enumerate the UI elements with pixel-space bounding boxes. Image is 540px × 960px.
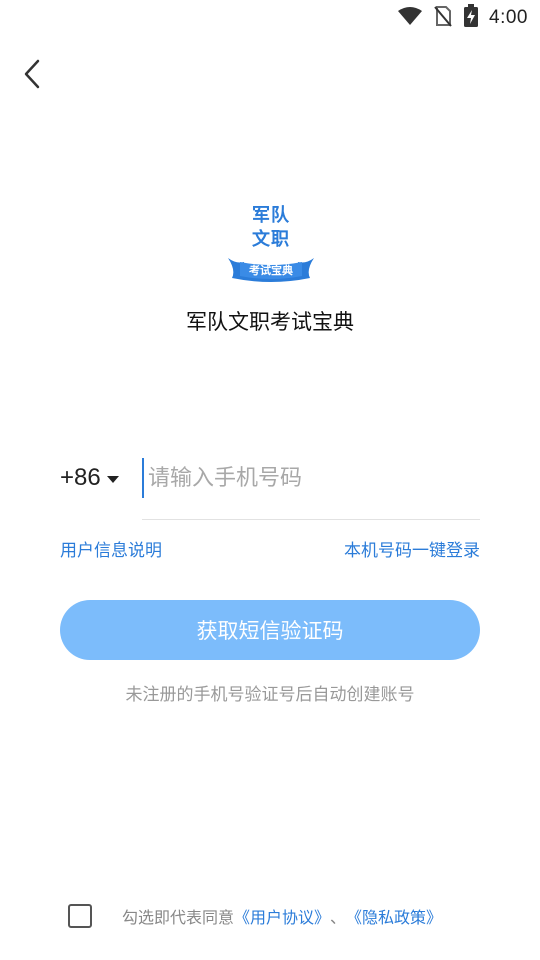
chevron-left-icon — [23, 59, 41, 93]
privacy-policy-link[interactable]: 《隐私政策》 — [346, 904, 442, 928]
one-click-login-link[interactable]: 本机号码一键登录 — [344, 536, 480, 561]
user-info-link[interactable]: 用户信息说明 — [60, 536, 162, 561]
agreement-separator: 、 — [330, 908, 347, 927]
wifi-icon — [397, 6, 423, 30]
agreement-checkbox[interactable] — [68, 904, 92, 928]
logo-banner-text: 考试宝典 — [249, 264, 293, 277]
logo-line-2: 文职 — [252, 229, 290, 250]
caret-down-icon — [106, 475, 119, 483]
back-button[interactable] — [14, 56, 50, 96]
no-sim-icon — [433, 5, 453, 31]
status-icons: 4:00 — [397, 4, 528, 32]
agreement-row: 勾选即代表同意 《用户协议》 、 《隐私政策》 — [68, 900, 442, 932]
app-name: 军队文职考试宝典 — [186, 310, 354, 334]
phone-input[interactable] — [142, 458, 480, 498]
get-sms-code-button[interactable]: 获取短信验证码 — [60, 600, 480, 660]
auto-register-hint: 未注册的手机号验证号后自动创建账号 — [125, 685, 415, 705]
agreement-prefix: 勾选即代表同意 — [122, 908, 235, 927]
country-code: +86 — [60, 464, 101, 491]
status-time: 4:00 — [489, 7, 528, 28]
input-underline — [142, 519, 480, 520]
app-logo: 军队 文职 考试宝典 — [226, 202, 316, 286]
logo-line-1: 军队 — [252, 205, 290, 226]
country-code-selector[interactable]: +86 — [60, 460, 119, 496]
user-agreement-link[interactable]: 《用户协议》 — [234, 904, 330, 928]
status-bar: 4:00 — [0, 0, 540, 36]
battery-charging-icon — [463, 4, 479, 32]
